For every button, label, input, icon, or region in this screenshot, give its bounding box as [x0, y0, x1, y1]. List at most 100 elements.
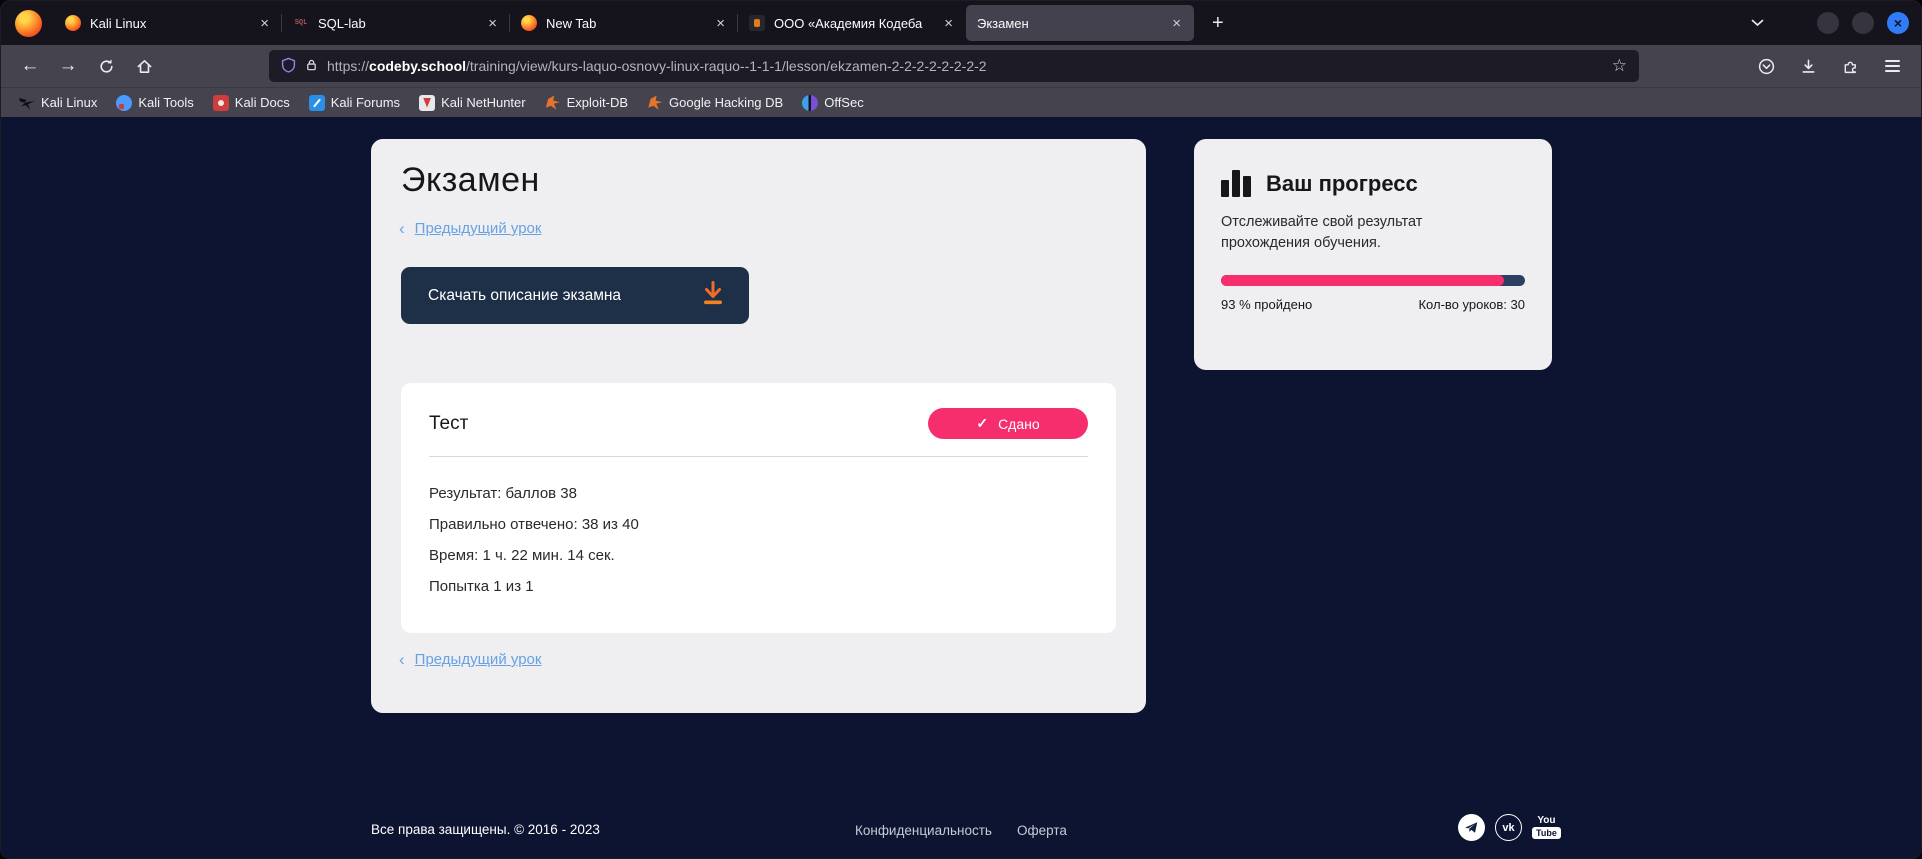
download-arrow-icon: [701, 280, 725, 311]
tab-academy-codeby[interactable]: ООО «Академия Кодеба ×: [738, 5, 966, 41]
bookmark-offsec[interactable]: OffSec: [796, 93, 870, 113]
badge-label: Сдано: [998, 416, 1040, 432]
browser-window: Kali Linux × SQL SQL-lab × New Tab × ООО…: [0, 0, 1922, 859]
forward-button[interactable]: →: [53, 51, 83, 81]
menu-hamburger-icon[interactable]: [1877, 51, 1907, 81]
bookmark-label: Kali Forums: [331, 95, 400, 110]
new-tab-button[interactable]: +: [1206, 12, 1230, 35]
youtube-icon[interactable]: You Tube: [1532, 816, 1561, 839]
progress-header: Ваш прогресс: [1221, 170, 1525, 197]
window-minimize-button[interactable]: [1817, 12, 1839, 34]
firefox-favicon-icon: [521, 15, 537, 31]
tab-close-icon[interactable]: ×: [1170, 14, 1183, 33]
tabbar-right-controls: ×: [1751, 12, 1911, 34]
tab-sql-lab[interactable]: SQL SQL-lab ×: [282, 5, 510, 41]
google-hacking-db-favicon-icon: [647, 95, 663, 111]
chevron-left-icon: ‹: [399, 651, 405, 668]
extensions-puzzle-icon[interactable]: [1835, 51, 1865, 81]
kali-tools-favicon-icon: [116, 95, 132, 111]
previous-lesson-link-bottom[interactable]: ‹ Предыдущий урок: [399, 651, 541, 668]
progress-labels: 93 % пройдено Кол-во уроков: 30: [1221, 297, 1525, 312]
chevron-left-icon: ‹: [399, 220, 405, 237]
passed-status-badge: ✓ Сдано: [928, 408, 1088, 439]
codeby-favicon-icon: [749, 15, 765, 31]
kali-docs-favicon-icon: [213, 95, 229, 111]
test-result-card: Тест ✓ Сдано Результат: баллов 38 Правил…: [401, 383, 1116, 633]
tab-title: New Tab: [546, 16, 705, 31]
test-results: Результат: баллов 38 Правильно отвечено:…: [429, 478, 1088, 602]
privacy-link[interactable]: Конфиденциальность: [855, 823, 992, 838]
kali-nethunter-favicon-icon: [419, 95, 435, 111]
tab-ekzamen-active[interactable]: Экзамен ×: [966, 5, 1194, 41]
result-attempts: Попытка 1 из 1: [429, 571, 1088, 602]
telegram-icon[interactable]: [1458, 814, 1485, 841]
copyright-text: Все права защищены. © 2016 - 2023: [371, 822, 600, 837]
url-domain: codeby.school: [369, 58, 466, 74]
url-scheme: https://: [327, 58, 369, 74]
bookmark-label: Kali Docs: [235, 95, 290, 110]
progress-bar-track: [1221, 275, 1525, 286]
kali-linux-favicon-icon: [19, 95, 35, 111]
navigation-toolbar: ← → https://codeby.school/training/view/…: [1, 45, 1921, 87]
tab-new-tab[interactable]: New Tab ×: [510, 5, 738, 41]
vk-icon[interactable]: vk: [1495, 814, 1522, 841]
bookmark-label: Kali Tools: [138, 95, 193, 110]
page-content: Экзамен ‹ Предыдущий урок Скачать описан…: [1, 118, 1921, 858]
test-header: Тест ✓ Сдано: [429, 408, 1088, 439]
bookmark-google-hacking-db[interactable]: Google Hacking DB: [641, 93, 789, 113]
page-title: Экзамен: [401, 161, 540, 200]
bookmark-kali-docs[interactable]: Kali Docs: [207, 93, 296, 113]
progress-percent-label: 93 % пройдено: [1221, 297, 1312, 312]
firefox-favicon-icon: [65, 15, 81, 31]
bookmark-label: Kali NetHunter: [441, 95, 526, 110]
back-button[interactable]: ←: [15, 51, 45, 81]
progress-title: Ваш прогресс: [1266, 171, 1418, 197]
bookmark-label: Google Hacking DB: [669, 95, 783, 110]
page-footer: Все права защищены. © 2016 - 2023 Конфид…: [1, 812, 1921, 856]
tab-close-icon[interactable]: ×: [258, 14, 271, 33]
result-score: Результат: баллов 38: [429, 478, 1088, 509]
progress-description: Отслеживайте свой результат прохождения …: [1221, 212, 1466, 254]
downloads-icon[interactable]: [1793, 51, 1823, 81]
bookmark-label: Exploit-DB: [567, 95, 628, 110]
home-button[interactable]: [129, 51, 159, 81]
previous-lesson-label: Предыдущий урок: [415, 220, 542, 237]
tab-title: Kali Linux: [90, 16, 249, 31]
download-exam-description-button[interactable]: Скачать описание экзамна: [401, 267, 749, 324]
bookmark-kali-nethunter[interactable]: Kali NetHunter: [413, 93, 532, 113]
offsec-favicon-icon: [802, 95, 818, 111]
bookmark-exploit-db[interactable]: Exploit-DB: [539, 93, 634, 113]
window-close-button[interactable]: ×: [1887, 12, 1909, 34]
tab-overflow-chevron-icon[interactable]: [1751, 19, 1764, 27]
sql-favicon-icon: SQL: [293, 15, 309, 31]
reload-button[interactable]: [91, 51, 121, 81]
tab-close-icon[interactable]: ×: [714, 14, 727, 33]
tab-title: SQL-lab: [318, 16, 477, 31]
tab-close-icon[interactable]: ×: [942, 14, 955, 33]
previous-lesson-link-top[interactable]: ‹ Предыдущий урок: [399, 220, 541, 237]
tab-kali-linux[interactable]: Kali Linux ×: [54, 5, 282, 41]
tab-bar: Kali Linux × SQL SQL-lab × New Tab × ООО…: [1, 1, 1921, 45]
tab-close-icon[interactable]: ×: [486, 14, 499, 33]
tracking-shield-icon[interactable]: [281, 57, 296, 76]
progress-bar-fill: [1221, 275, 1504, 286]
pocket-icon[interactable]: [1751, 51, 1781, 81]
url-text: https://codeby.school/training/view/kurs…: [327, 58, 987, 74]
lock-icon[interactable]: [305, 58, 318, 75]
bookmark-kali-forums[interactable]: Kali Forums: [303, 93, 406, 113]
firefox-logo-icon: [15, 10, 42, 37]
bookmark-kali-tools[interactable]: Kali Tools: [110, 93, 199, 113]
youtube-you-text: You: [1537, 816, 1555, 826]
test-title: Тест: [429, 413, 468, 435]
bookmark-kali-linux[interactable]: Kali Linux: [13, 93, 103, 113]
bookmark-star-icon[interactable]: ☆: [1612, 56, 1627, 76]
bookmark-label: OffSec: [824, 95, 864, 110]
check-icon: ✓: [976, 415, 988, 432]
window-maximize-button[interactable]: [1852, 12, 1874, 34]
offer-link[interactable]: Оферта: [1017, 823, 1067, 838]
url-path: /training/view/kurs-laquo-osnovy-linux-r…: [466, 58, 987, 74]
tab-title: Экзамен: [977, 16, 1161, 31]
url-bar[interactable]: https://codeby.school/training/view/kurs…: [269, 50, 1639, 82]
toolbar-right-group: [1751, 51, 1907, 81]
progress-card: Ваш прогресс Отслеживайте свой результат…: [1194, 139, 1552, 370]
